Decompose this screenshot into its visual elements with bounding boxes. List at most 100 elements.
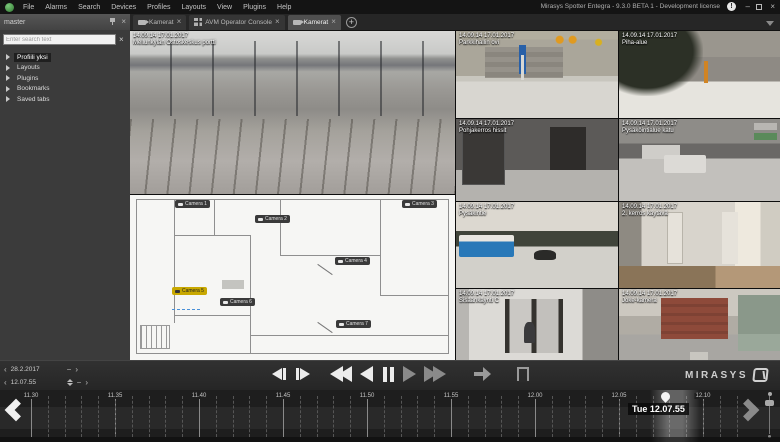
- chevron-right-icon: [6, 96, 10, 102]
- brand-name: MIRASYS: [685, 370, 748, 381]
- tab-close-icon[interactable]: ×: [331, 18, 336, 26]
- tab-overflow-icon[interactable]: [766, 21, 774, 26]
- camera-tag-label: Camera 3: [412, 201, 434, 207]
- search-clear-icon[interactable]: ×: [119, 35, 124, 44]
- camera-icon: [175, 290, 180, 293]
- sidebar-item-layouts[interactable]: Layouts: [0, 63, 130, 74]
- timeline-tick-label: 11.30: [23, 393, 40, 399]
- app-logo-icon[interactable]: [5, 3, 14, 12]
- camera-tile[interactable]: 14.09.14 17.01.2017Pohjakerros hissit: [456, 119, 618, 201]
- step-forward-button[interactable]: [295, 368, 310, 380]
- time-prev-icon[interactable]: ‹: [4, 379, 7, 387]
- camera-osd: 14.09.14 17.01.2017Pohjakerros hissit: [459, 121, 514, 135]
- date-prev-icon[interactable]: ‹: [4, 366, 7, 374]
- tab-label: Kamerat: [304, 19, 329, 26]
- floorplan-camera-tag[interactable]: Camera 1: [175, 200, 210, 208]
- tab-avm-operator-console[interactable]: AVM Operator Console ×: [189, 15, 284, 30]
- timeline-minor-tick: [619, 396, 620, 437]
- sidebar-item-profile[interactable]: Profiili yksi: [0, 52, 130, 63]
- camera-tile[interactable]: 14.09.14 17.01.2017Joke-kamera: [619, 289, 780, 360]
- fast-forward-button[interactable]: [424, 366, 446, 382]
- pause-button[interactable]: [381, 367, 395, 382]
- timeline-minor-tick: [434, 396, 435, 437]
- floorplan-camera-tag-highlighted[interactable]: Camera 5: [172, 287, 207, 295]
- floorplan-camera-tag[interactable]: Camera 4: [335, 257, 370, 265]
- timeline-zoom-slider[interactable]: [764, 392, 776, 438]
- tab-kamerat-2-active[interactable]: Kamerat ×: [288, 15, 341, 30]
- menu-item-profiles[interactable]: Profiles: [147, 4, 170, 11]
- menu-item-alarms[interactable]: Alarms: [45, 4, 67, 11]
- sidebar-item-plugins[interactable]: Plugins: [0, 73, 130, 84]
- camera-tile[interactable]: 14.09.14 17.01.2017Parkkihallin ovi: [456, 31, 618, 118]
- menu-item-search[interactable]: Search: [78, 4, 100, 11]
- floorplan-camera-tag[interactable]: Camera 2: [255, 215, 290, 223]
- sidebar-close-icon[interactable]: ×: [121, 18, 126, 26]
- time-spinner-icon[interactable]: [67, 379, 73, 386]
- sidebar-header: master ×: [0, 14, 130, 30]
- menu-item-help[interactable]: Help: [277, 4, 291, 11]
- camera-icon: [138, 20, 146, 25]
- window-title: Mirasys Spotter Entegra - 9.3.0 BETA 1 -…: [541, 3, 720, 10]
- camera-tile-large[interactable]: 14.09.14 17.01.2017 Mellunkylän Ostoskes…: [130, 31, 455, 194]
- floorplan-camera-tag[interactable]: Camera 7: [336, 320, 371, 328]
- mirasys-logo-icon: [752, 368, 768, 382]
- floorplan-wall: [174, 235, 250, 236]
- step-backward-button[interactable]: [272, 368, 287, 380]
- camera-tile[interactable]: 14.09.14 17.01.2017Piha-alue: [619, 31, 780, 118]
- pin-icon[interactable]: [109, 18, 116, 26]
- camera-timestamp: 14.09.14 17.01.2017: [622, 33, 677, 40]
- slider-thumb[interactable]: [765, 400, 774, 406]
- minimize-button[interactable]: –: [746, 2, 750, 11]
- date-next-icon[interactable]: ›: [75, 366, 78, 374]
- menu-item-layouts[interactable]: Layouts: [182, 4, 207, 11]
- camera-tile[interactable]: 14.09.14 17.01.2017Sisäänkäynti C: [456, 289, 618, 360]
- maximize-button[interactable]: [756, 4, 762, 10]
- license-info-icon[interactable]: !: [727, 2, 736, 11]
- rewind-button[interactable]: [330, 366, 352, 382]
- sidebar-item-label: Bookmarks: [14, 84, 53, 93]
- camera-timestamp: 14.09.14 17.01.2017: [459, 204, 514, 211]
- search-input[interactable]: [3, 34, 116, 45]
- floorplan-tile[interactable]: Camera 1 Camera 2 Camera 3 Camera 4 Came…: [130, 195, 455, 360]
- time-next-icon[interactable]: ›: [85, 379, 88, 387]
- tab-close-icon[interactable]: ×: [177, 18, 182, 26]
- time-minus-icon[interactable]: −: [77, 378, 82, 387]
- camera-tag-label: Camera 5: [182, 288, 204, 294]
- camera-icon: [338, 260, 343, 263]
- date-selector: ‹ 28.2.2017 − ›: [4, 365, 78, 374]
- floorplan-camera-tag[interactable]: Camera 3: [402, 200, 437, 208]
- tab-close-icon[interactable]: ×: [275, 18, 280, 26]
- menu-item-devices[interactable]: Devices: [111, 4, 136, 11]
- timeline[interactable]: 11.3011.3511.4011.4511.5011.5512.0012.05…: [0, 390, 780, 442]
- play-button[interactable]: [403, 366, 416, 382]
- time-value[interactable]: 12.07.55: [11, 379, 63, 386]
- menu-item-view[interactable]: View: [217, 4, 232, 11]
- time-selector: ‹ 12.07.55 − ›: [4, 378, 88, 387]
- timeline-minor-tick: [703, 396, 704, 437]
- camera-tile[interactable]: 14.09.14 17.01.20172. kerros käytävä: [619, 202, 780, 288]
- jump-forward-button[interactable]: [474, 367, 491, 381]
- play-backward-button[interactable]: [360, 366, 373, 382]
- timeline-tick-label: 11.55: [443, 393, 460, 399]
- timeline-minor-tick: [81, 396, 82, 437]
- close-button[interactable]: ×: [770, 2, 775, 11]
- camera-icon: [405, 203, 410, 206]
- date-value[interactable]: 28.2.2017: [11, 366, 63, 373]
- new-tab-button[interactable]: +: [346, 17, 357, 28]
- menu-item-file[interactable]: File: [23, 4, 34, 11]
- date-minus-icon[interactable]: −: [67, 365, 72, 374]
- floorplan-camera-tag[interactable]: Camera 6: [220, 298, 255, 306]
- camera-icon: [223, 301, 228, 304]
- camera-tile[interactable]: 14.09.14 17.01.2017Pysäköintialue katu: [619, 119, 780, 201]
- menu-bar: File Alarms Search Devices Profiles Layo…: [23, 4, 291, 11]
- bookmark-button[interactable]: [517, 367, 529, 381]
- chevron-right-icon: [6, 54, 10, 60]
- menu-item-plugins[interactable]: Plugins: [243, 4, 266, 11]
- sidebar-item-bookmarks[interactable]: Bookmarks: [0, 84, 130, 95]
- camera-tile[interactable]: 14.09.14 17.01.2017Pysäkintie: [456, 202, 618, 288]
- tab-kamerat-1[interactable]: Kamerat ×: [133, 15, 186, 30]
- sidebar-item-saved-tabs[interactable]: Saved tabs: [0, 94, 130, 105]
- timeline-minor-tick: [233, 396, 234, 437]
- camera-icon: [339, 323, 344, 326]
- playback-control-bar: ‹ 28.2.2017 − › ‹ 12.07.55 − › MIRASYS: [0, 360, 780, 390]
